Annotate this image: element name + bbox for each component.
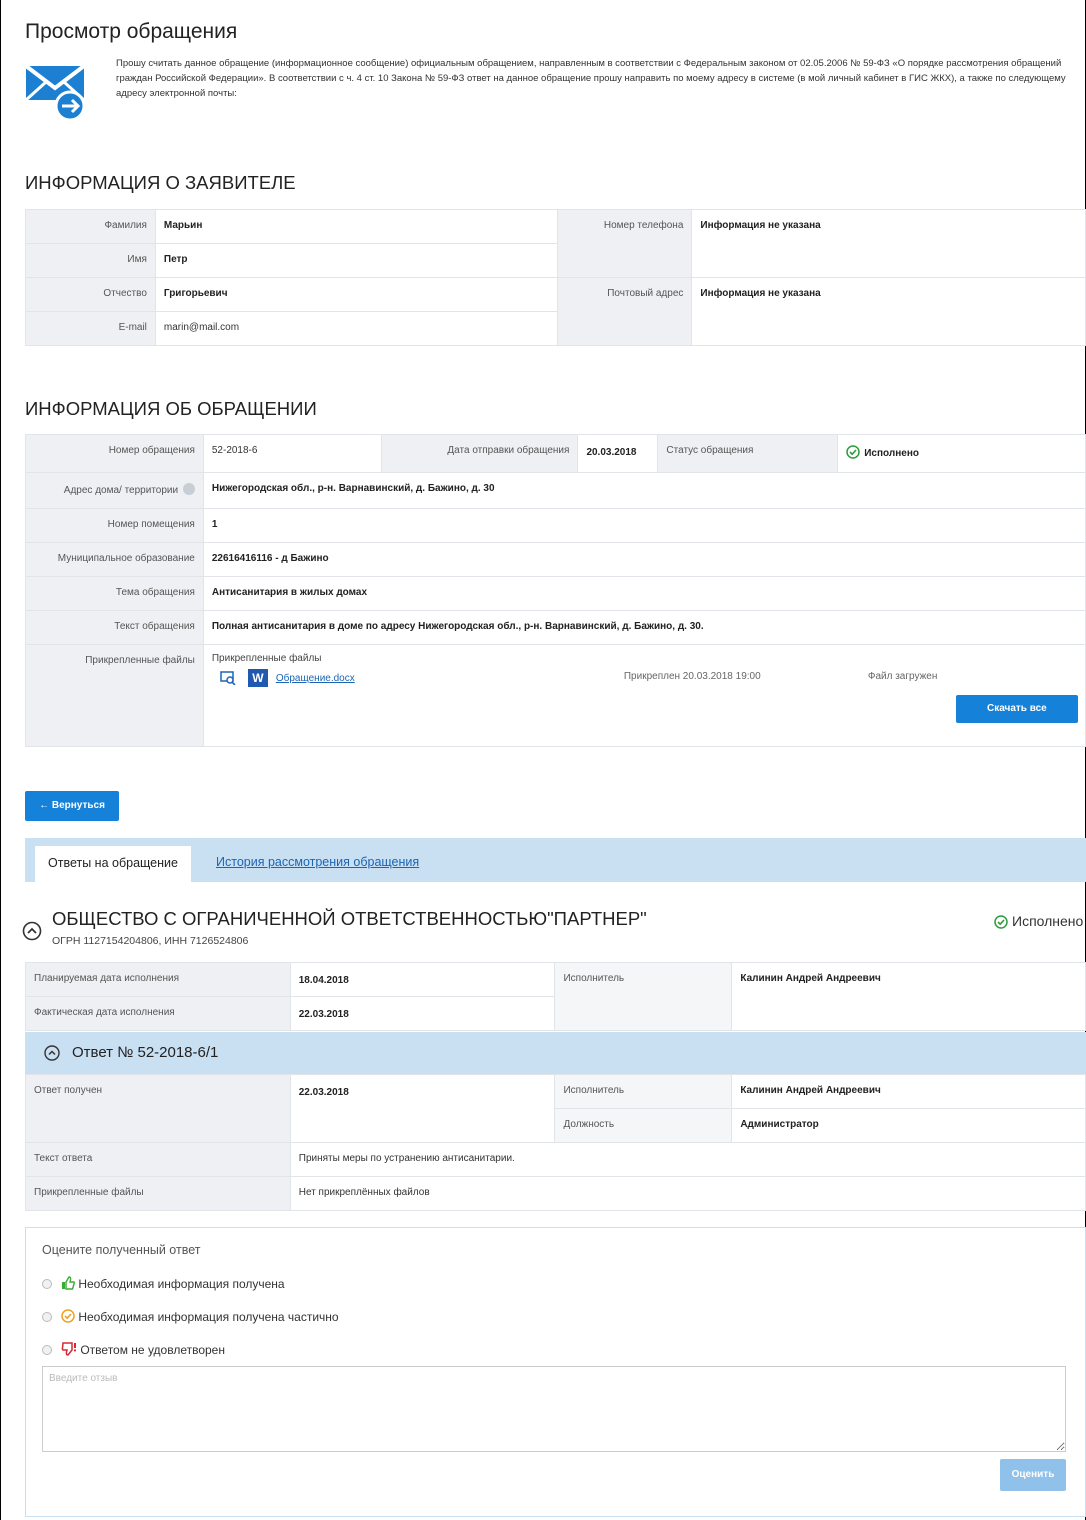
postal-label: Почтовый адрес bbox=[556, 277, 693, 346]
postal-value: Информация не указана bbox=[691, 277, 1086, 346]
file-attached-date: Прикреплен 20.03.2018 19:00 bbox=[623, 671, 761, 682]
email-label: E-mail bbox=[25, 311, 156, 346]
appeal-status-label: Статус обращения bbox=[657, 434, 839, 473]
answer-title: Ответ № 52-2018-6/1 bbox=[72, 1044, 219, 1061]
rating-option-partial-label: Необходимая информация получена частично bbox=[78, 1310, 339, 1324]
appeal-date-label: Дата отправки обращения bbox=[380, 434, 579, 473]
planned-date-label: Планируемая дата исполнения bbox=[25, 962, 291, 997]
org-registration: ОГРН 1127154204806, ИНН 7126524806 bbox=[52, 935, 249, 947]
rating-option-received[interactable]: Необходимая информация получена bbox=[42, 1276, 285, 1291]
rating-option-unsatisfied[interactable]: Ответом не удовлетворен bbox=[42, 1342, 225, 1357]
files-header: Прикрепленные файлы bbox=[211, 653, 322, 664]
answer-text-label: Текст ответа bbox=[25, 1142, 291, 1177]
surname-value: Марьин bbox=[154, 209, 558, 244]
intro-text: Прошу считать данное обращение (информац… bbox=[116, 58, 1066, 99]
phone-value: Информация не указана bbox=[691, 209, 1086, 278]
feedback-textarea[interactable] bbox=[42, 1366, 1066, 1452]
address-value: Нижегородская обл., р-н. Варнавинский, д… bbox=[202, 472, 1086, 509]
tabs-bar: Ответы на обращение История рассмотрения… bbox=[25, 838, 1086, 882]
answer-header[interactable]: Ответ № 52-2018-6/1 bbox=[25, 1032, 1086, 1074]
answer-executor-value: Калинин Андрей Андреевич bbox=[731, 1074, 1086, 1109]
phone-label: Номер телефона bbox=[556, 209, 693, 278]
received-label: Ответ получен bbox=[25, 1074, 291, 1143]
answer-files-value: Нет прикреплённых файлов bbox=[289, 1176, 1086, 1211]
envelope-icon bbox=[24, 64, 86, 120]
radio-button[interactable] bbox=[42, 1279, 52, 1289]
org-status: Исполнено bbox=[994, 913, 1083, 929]
rating-option-received-label: Необходимая информация получена bbox=[78, 1277, 285, 1291]
text-label: Текст обращения bbox=[25, 610, 204, 645]
municipality-label: Муниципальное образование bbox=[25, 542, 204, 577]
info-icon[interactable] bbox=[182, 483, 195, 495]
room-value: 1 bbox=[202, 508, 1086, 543]
appeal-status: Исполнено bbox=[837, 434, 1086, 473]
position-label: Должность bbox=[554, 1108, 733, 1143]
org-title: ОБЩЕСТВО С ОГРАНИЧЕННОЙ ОТВЕТСТВЕННОСТЬЮ… bbox=[52, 908, 647, 929]
answer-table: Ответ получен 22.03.2018 Исполнитель Кал… bbox=[25, 1074, 1086, 1211]
thumbs-down-icon bbox=[61, 1342, 77, 1356]
check-circle-icon bbox=[994, 915, 1008, 929]
name-value: Петр bbox=[154, 243, 558, 278]
name-label: Имя bbox=[25, 243, 156, 278]
answer-executor-label: Исполнитель bbox=[554, 1074, 733, 1109]
rating-title: Оцените полученный ответ bbox=[42, 1243, 201, 1257]
address-label: Адрес дома/ территории bbox=[25, 472, 204, 509]
room-label: Номер помещения bbox=[25, 508, 204, 543]
preview-icon[interactable] bbox=[220, 671, 236, 685]
org-status-value: Исполнено bbox=[1012, 913, 1084, 929]
text-value: Полная антисанитария в доме по адресу Ни… bbox=[202, 610, 1086, 645]
appeal-number-label: Номер обращения bbox=[25, 434, 204, 473]
download-all-button[interactable]: Скачать все bbox=[955, 695, 1078, 723]
rating-option-partial[interactable]: Необходимая информация получена частично bbox=[42, 1309, 339, 1324]
page-title: Просмотр обращения bbox=[25, 20, 238, 43]
patronymic-label: Отчество bbox=[25, 277, 156, 312]
back-button[interactable]: ← Вернуться bbox=[25, 791, 119, 821]
appeal-table: Номер обращения 52-2018-6 Дата отправки … bbox=[25, 434, 1086, 747]
submit-rating-button[interactable]: Оценить bbox=[1000, 1459, 1066, 1491]
actual-date-value: 22.03.2018 bbox=[289, 996, 556, 1031]
answer-text-value: Приняты меры по устранению антисанитарии… bbox=[289, 1142, 1086, 1177]
rating-option-unsatisfied-label: Ответом не удовлетворен bbox=[80, 1343, 225, 1357]
thumbs-up-icon bbox=[62, 1276, 76, 1290]
surname-label: Фамилия bbox=[25, 209, 156, 244]
tab-answers[interactable]: Ответы на обращение bbox=[35, 846, 191, 882]
file-status: Файл загружен bbox=[867, 671, 938, 682]
org-table: Планируемая дата исполнения 18.04.2018 И… bbox=[25, 962, 1086, 1031]
address-label-text: Адрес дома/ территории bbox=[63, 485, 179, 496]
topic-value: Антисанитария в жилых домах bbox=[202, 576, 1086, 611]
planned-date-value: 18.04.2018 bbox=[289, 962, 556, 997]
rating-panel: Оцените полученный ответ Необходимая инф… bbox=[25, 1227, 1086, 1517]
collapse-icon[interactable] bbox=[44, 1045, 60, 1061]
appeal-section-title: ИНФОРМАЦИЯ ОБ ОБРАЩЕНИИ bbox=[25, 398, 317, 419]
executor-label: Исполнитель bbox=[554, 962, 733, 1031]
file-link[interactable]: Обращение.docx bbox=[276, 673, 355, 684]
radio-button[interactable] bbox=[42, 1345, 52, 1355]
executor-value: Калинин Андрей Андреевич bbox=[731, 962, 1086, 1031]
partial-check-icon bbox=[61, 1309, 76, 1323]
answer-files-label: Прикрепленные файлы bbox=[25, 1176, 291, 1211]
municipality-value: 22616416116 - д Бажино bbox=[202, 542, 1086, 577]
applicant-table: Фамилия Марьин Номер телефона Информация… bbox=[25, 209, 1086, 346]
applicant-section-title: ИНФОРМАЦИЯ О ЗАЯВИТЕЛЕ bbox=[25, 172, 296, 193]
email-value: marin@mail.com bbox=[154, 311, 558, 346]
tab-history[interactable]: История рассмотрения обращения bbox=[216, 855, 419, 869]
topic-label: Тема обращения bbox=[25, 576, 204, 611]
appeal-status-value: Исполнено bbox=[864, 448, 919, 459]
files-cell: Прикрепленные файлы W Обращение.docx При… bbox=[202, 644, 1086, 747]
patronymic-value: Григорьевич bbox=[154, 277, 558, 312]
radio-button[interactable] bbox=[42, 1312, 52, 1322]
actual-date-label: Фактическая дата исполнения bbox=[25, 996, 291, 1031]
position-value: Администратор bbox=[731, 1108, 1086, 1143]
appeal-date-value: 20.03.2018 bbox=[577, 434, 659, 473]
collapse-icon[interactable] bbox=[22, 921, 42, 941]
files-label: Прикрепленные файлы bbox=[25, 644, 204, 747]
received-value: 22.03.2018 bbox=[289, 1074, 556, 1143]
word-icon: W bbox=[247, 669, 268, 687]
appeal-number-value: 52-2018-6 bbox=[202, 434, 382, 473]
check-circle-icon bbox=[846, 445, 860, 459]
